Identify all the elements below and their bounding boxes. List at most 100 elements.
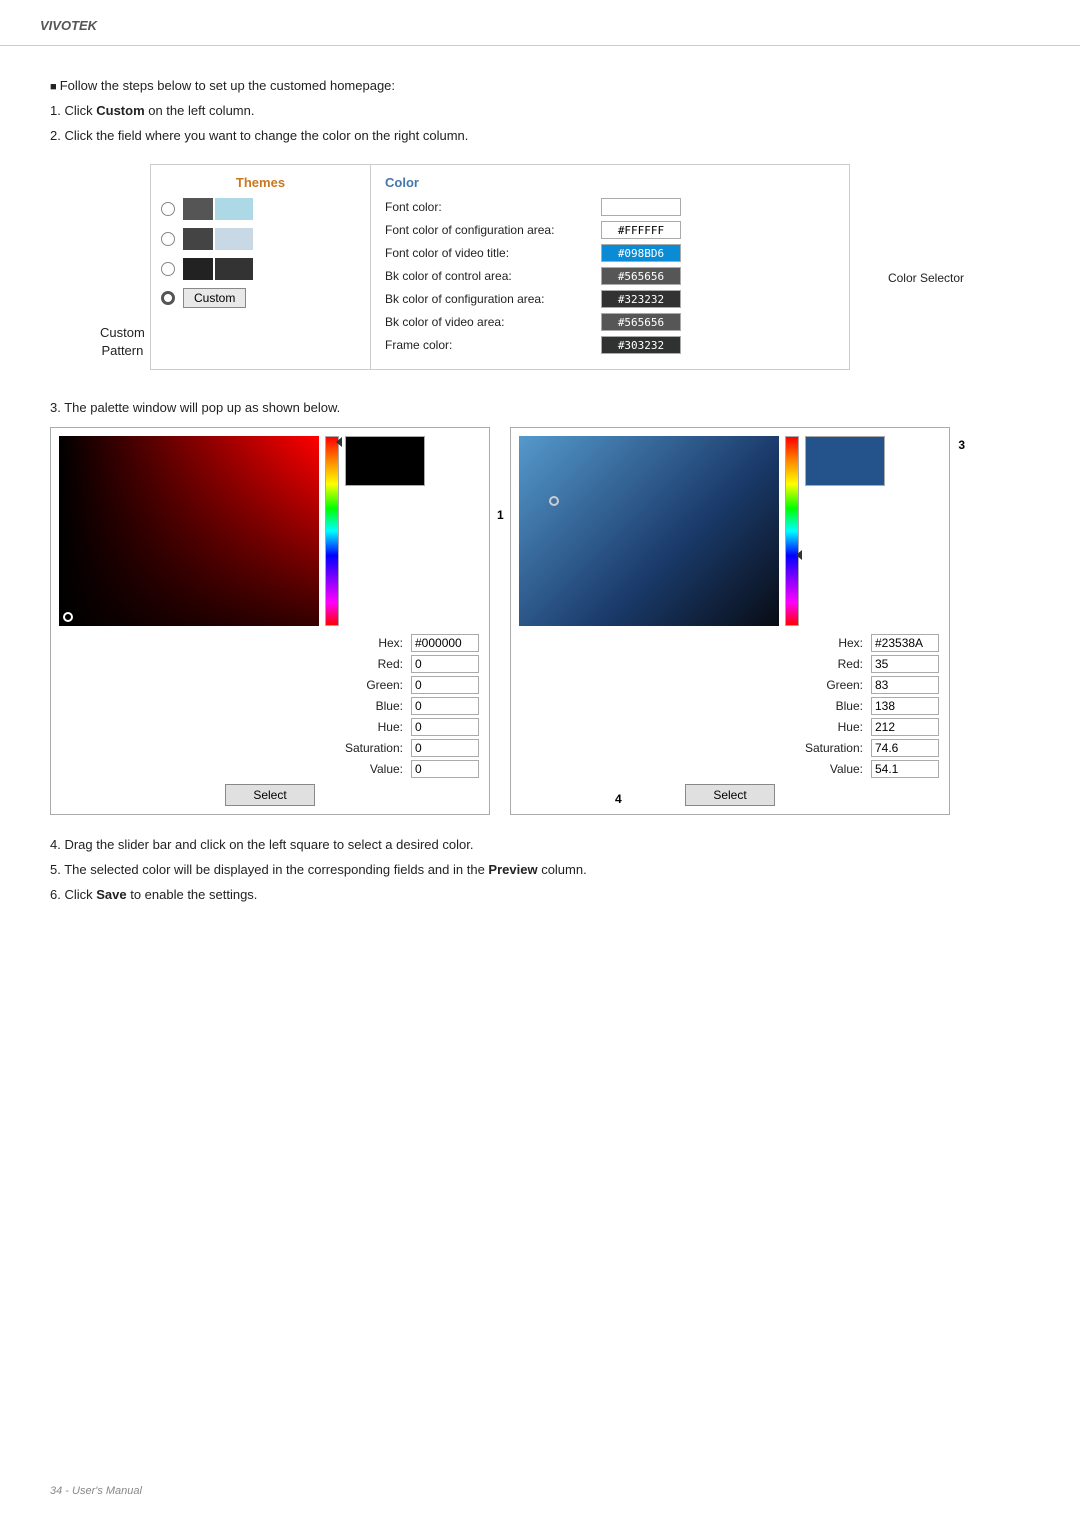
- fields-grid-right: Hex: Red: Green: Blue: Hue: Saturation: …: [519, 634, 941, 778]
- sat-input-left[interactable]: [411, 739, 479, 757]
- color-gradient-right[interactable]: [519, 436, 779, 626]
- color-row-6[interactable]: Frame color: #303232: [385, 336, 835, 354]
- color-swatch-3[interactable]: #565656: [601, 267, 681, 285]
- val-label-left: Value:: [59, 762, 407, 776]
- step2-instruction: 2. Click the field where you want to cha…: [50, 126, 1030, 147]
- color-preview-left: [345, 436, 425, 486]
- color-row-label-2: Font color of video title:: [385, 246, 595, 260]
- color-panel-title: Color: [385, 175, 835, 190]
- palette-left-main: [59, 436, 481, 626]
- color-swatch-0[interactable]: [601, 198, 681, 216]
- palette-right-main: [519, 436, 941, 626]
- step3-text: 3. The palette window will pop up as sho…: [50, 400, 1030, 415]
- step-num-1: 1: [497, 508, 504, 522]
- palette-panels: Hex: Red: Green: Blue: Hue: Saturation: …: [50, 427, 1030, 815]
- themes-panel: Themes: [151, 165, 371, 369]
- color-row-3[interactable]: Bk color of control area: #565656: [385, 267, 835, 285]
- hue-arrow-right: [796, 550, 802, 560]
- green-label-right: Green:: [519, 678, 867, 692]
- hue-arrow-left: [336, 437, 342, 447]
- hex-label-left: Hex:: [59, 636, 407, 650]
- color-row-label-1: Font color of configuration area:: [385, 223, 595, 237]
- themes-title: Themes: [161, 175, 360, 190]
- custom-row[interactable]: Custom: [161, 288, 360, 308]
- color-gradient-left[interactable]: [59, 436, 319, 626]
- select-button-left[interactable]: Select: [225, 784, 315, 806]
- red-label-right: Red:: [519, 657, 867, 671]
- theme-row-1[interactable]: [161, 198, 360, 220]
- radio-3[interactable]: [161, 262, 175, 276]
- hue-input-left[interactable]: [411, 718, 479, 736]
- color-row-2[interactable]: Font color of video title: #098BD6: [385, 244, 835, 262]
- theme-preview-1: [183, 198, 253, 220]
- red-input-left[interactable]: [411, 655, 479, 673]
- gradient-overlay-left: [59, 436, 319, 626]
- blue-label-left: Blue:: [59, 699, 407, 713]
- color-row-5[interactable]: Bk color of video area: #565656: [385, 313, 835, 331]
- color-rows: Font color: Font color of configuration …: [385, 198, 835, 354]
- green-input-left[interactable]: [411, 676, 479, 694]
- sat-label-left: Saturation:: [59, 741, 407, 755]
- hex-label-right: Hex:: [519, 636, 867, 650]
- val-label-right: Value:: [519, 762, 867, 776]
- color-row-0[interactable]: Font color:: [385, 198, 835, 216]
- step-num-3: 3: [958, 438, 965, 452]
- theme-preview-2: [183, 228, 253, 250]
- gradient-bg-right: [519, 436, 779, 626]
- palette-left: Hex: Red: Green: Blue: Hue: Saturation: …: [50, 427, 490, 815]
- color-row-label-3: Bk color of control area:: [385, 269, 595, 283]
- color-swatch-6[interactable]: #303232: [601, 336, 681, 354]
- theme-preview-3: [183, 258, 253, 280]
- intro-bullet: Follow the steps below to set up the cus…: [50, 76, 1030, 97]
- custom-pattern-label: CustomPattern: [100, 324, 145, 360]
- fields-grid-left: Hex: Red: Green: Blue: Hue: Saturation: …: [59, 634, 481, 778]
- red-input-right[interactable]: [871, 655, 939, 673]
- hex-input-right[interactable]: [871, 634, 939, 652]
- hue-slider-right[interactable]: [785, 436, 799, 626]
- color-row-1[interactable]: Font color of configuration area: #FFFFF…: [385, 221, 835, 239]
- custom-button[interactable]: Custom: [183, 288, 246, 308]
- color-swatch-5[interactable]: #565656: [601, 313, 681, 331]
- hue-slider-left[interactable]: [325, 436, 339, 626]
- color-row-label-0: Font color:: [385, 200, 595, 214]
- hue-input-right[interactable]: [871, 718, 939, 736]
- color-swatch-1[interactable]: #FFFFFF: [601, 221, 681, 239]
- blue-input-right[interactable]: [871, 697, 939, 715]
- color-swatch-2[interactable]: #098BD6: [601, 244, 681, 262]
- select-button-right[interactable]: Select: [685, 784, 775, 806]
- hue-label-left: Hue:: [59, 720, 407, 734]
- hex-input-left[interactable]: [411, 634, 479, 652]
- color-panel: Color Font color: Font color of configur…: [371, 165, 849, 369]
- green-input-right[interactable]: [871, 676, 939, 694]
- color-selector-label: Color Selector: [888, 271, 964, 285]
- sat-input-right[interactable]: [871, 739, 939, 757]
- hue-label-right: Hue:: [519, 720, 867, 734]
- step-num-4: 4: [615, 792, 622, 806]
- radio-custom[interactable]: [161, 291, 175, 305]
- color-swatch-4[interactable]: #323232: [601, 290, 681, 308]
- palette-right: 1 2 3 4 Hex:: [510, 427, 950, 815]
- bottom-instructions: 4. Drag the slider bar and click on the …: [50, 835, 1030, 905]
- red-label-left: Red:: [59, 657, 407, 671]
- radio-1[interactable]: [161, 202, 175, 216]
- step4-instruction: 4. Drag the slider bar and click on the …: [50, 835, 1030, 856]
- radio-2[interactable]: [161, 232, 175, 246]
- green-label-left: Green:: [59, 678, 407, 692]
- val-input-right[interactable]: [871, 760, 939, 778]
- brand-label: VIVOTEK: [40, 18, 97, 33]
- blue-label-right: Blue:: [519, 699, 867, 713]
- theme-row-3[interactable]: [161, 258, 360, 280]
- footer-text: 34 - User's Manual: [50, 1485, 142, 1497]
- color-row-4[interactable]: Bk color of configuration area: #323232: [385, 290, 835, 308]
- theme-row-2[interactable]: [161, 228, 360, 250]
- step1-instruction: 1. Click Custom on the left column.: [50, 101, 1030, 122]
- color-preview-right: [805, 436, 885, 486]
- step6-instruction: 6. Click Save to enable the settings.: [50, 885, 1030, 906]
- val-input-left[interactable]: [411, 760, 479, 778]
- color-row-label-5: Bk color of video area:: [385, 315, 595, 329]
- step5-instruction: 5. The selected color will be displayed …: [50, 860, 1030, 881]
- color-row-label-4: Bk color of configuration area:: [385, 292, 595, 306]
- blue-input-left[interactable]: [411, 697, 479, 715]
- sat-label-right: Saturation:: [519, 741, 867, 755]
- color-row-label-6: Frame color:: [385, 338, 595, 352]
